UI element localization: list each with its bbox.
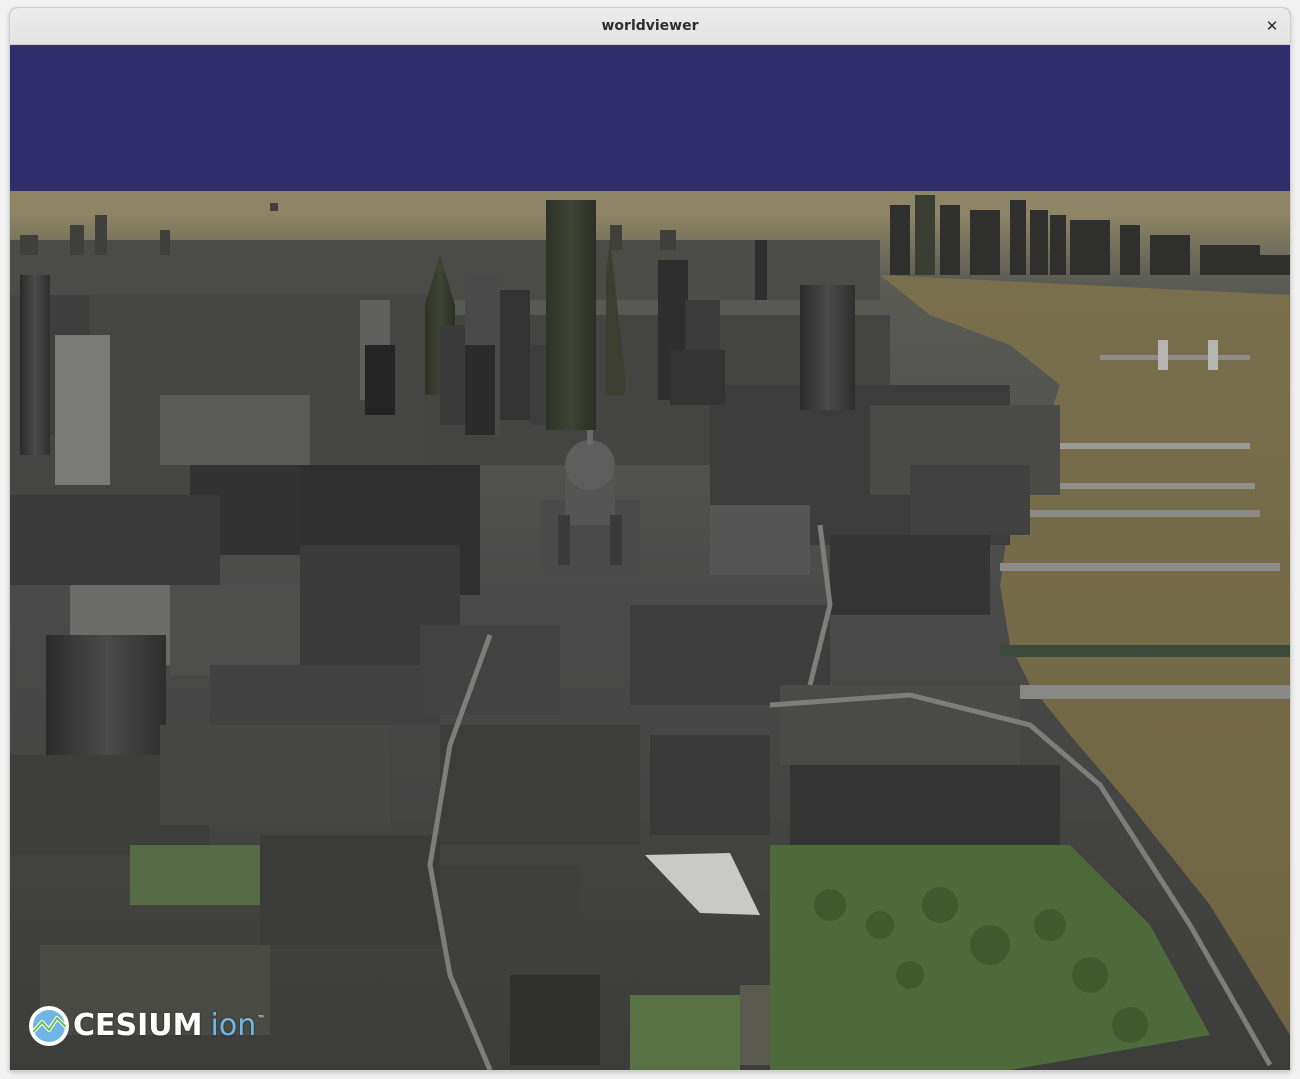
close-icon: ✕ <box>1265 17 1279 35</box>
window-title: worldviewer <box>601 18 699 34</box>
cesium-ion-logo[interactable]: CESIUM ion ™ <box>27 1002 265 1050</box>
bridge <box>1030 510 1260 517</box>
bridge <box>1000 563 1280 571</box>
3d-viewport[interactable]: CESIUM ion ™ <box>10 45 1290 1070</box>
bridge <box>1010 685 1290 699</box>
logo-brand-text: CESIUM <box>73 1008 203 1043</box>
bridge <box>1040 483 1255 489</box>
app-window: worldviewer ✕ CESIUM ion ™ <box>10 8 1290 1070</box>
city-scene <box>10 45 1290 1070</box>
title-bar[interactable]: worldviewer ✕ <box>10 8 1290 45</box>
bridge <box>1000 645 1290 657</box>
sky <box>10 45 1290 191</box>
logo-trademark: ™ <box>257 1014 266 1023</box>
cesium-logo-icon <box>29 1006 69 1046</box>
close-button[interactable]: ✕ <box>1262 16 1282 36</box>
logo-product-text: ion <box>210 1008 257 1043</box>
bridge <box>1050 443 1250 449</box>
